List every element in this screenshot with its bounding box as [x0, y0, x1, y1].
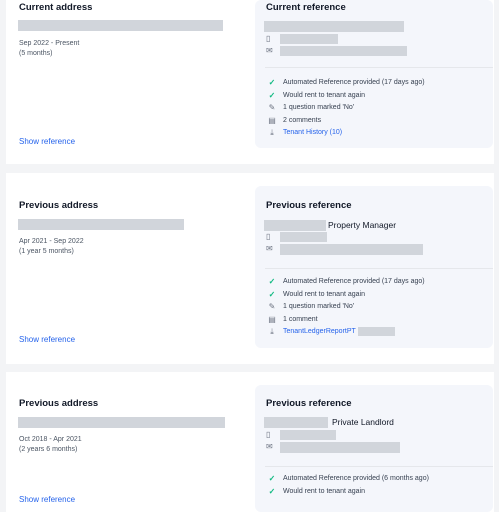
referee-role: Property Manager — [328, 220, 397, 230]
reference-item: ✓ Automated Reference provided (6 months … — [266, 473, 429, 484]
redacted-referee-name — [264, 21, 404, 32]
redacted-referee-name — [264, 417, 328, 428]
reference-item: ✓ Automated Reference provided (17 days a… — [266, 276, 425, 287]
redacted-phone — [280, 430, 336, 440]
reference-item: ✎ 1 question marked 'No' — [266, 102, 355, 113]
check-icon: ✓ — [268, 487, 276, 496]
redacted-email — [280, 244, 423, 255]
tenant-history-link[interactable]: Tenant History (10) — [283, 129, 342, 136]
show-reference-link[interactable]: Show reference — [19, 335, 75, 344]
reference-panel: Previous reference Property Manager ▯ ✉ … — [255, 186, 493, 348]
redacted-email — [280, 442, 400, 453]
reference-item: ✓ Would rent to tenant again — [266, 90, 365, 101]
reference-item: ✓ Automated Reference provided (17 days a… — [266, 77, 425, 88]
address-heading: Current address — [19, 2, 93, 13]
reference-item[interactable]: ⤓ Tenant History (10) — [266, 127, 342, 138]
redacted-referee-name — [264, 220, 326, 231]
reference-item: ▤ 2 comments — [266, 115, 321, 126]
redacted-address — [18, 219, 184, 230]
address-card-previous: Previous address Oct 2018 - Apr 2021 (2 … — [6, 372, 494, 512]
referee-role: Private Landlord — [332, 417, 394, 427]
divider — [265, 268, 493, 269]
tenant-ledger-link[interactable]: TenantLedgerReportPT — [283, 328, 356, 335]
email-icon: ✉ — [266, 244, 273, 253]
reference-panel: Current reference ▯ ✉ ✓ Automated Referen… — [255, 0, 493, 148]
redacted-phone — [280, 34, 338, 44]
reference-heading: Previous reference — [266, 200, 352, 211]
download-icon: ⤓ — [270, 127, 274, 137]
reference-panel: Previous reference Private Landlord ▯ ✉ … — [255, 385, 493, 512]
check-icon: ✓ — [268, 78, 276, 87]
check-icon: ✓ — [268, 290, 276, 299]
download-icon: ⤓ — [270, 326, 274, 336]
pencil-icon: ✎ — [268, 302, 276, 311]
redacted-filename — [357, 327, 395, 336]
pencil-icon: ✎ — [268, 103, 276, 112]
reference-item: ▤ 1 comment — [266, 314, 317, 325]
redacted-email — [280, 46, 407, 56]
redacted-phone — [280, 232, 327, 242]
email-icon: ✉ — [266, 46, 273, 55]
document-icon: ▤ — [268, 116, 276, 125]
check-icon: ✓ — [268, 277, 276, 286]
check-icon: ✓ — [268, 474, 276, 483]
reference-item: ✓ Would rent to tenant again — [266, 289, 365, 300]
reference-item: ✓ Would rent to tenant again — [266, 486, 365, 497]
address-dates: Oct 2018 - Apr 2021 (2 years 6 months) — [19, 436, 82, 453]
reference-item: ✎ 1 question marked 'No' — [266, 301, 355, 312]
redacted-address — [18, 417, 225, 428]
phone-icon: ▯ — [266, 430, 271, 439]
reference-heading: Current reference — [266, 2, 346, 13]
address-heading: Previous address — [19, 200, 99, 211]
phone-icon: ▯ — [266, 34, 271, 43]
divider — [265, 466, 493, 467]
address-dates: Sep 2022 - Present (5 months) — [19, 40, 80, 57]
check-icon: ✓ — [268, 91, 276, 100]
show-reference-link[interactable]: Show reference — [19, 137, 75, 146]
show-reference-link[interactable]: Show reference — [19, 495, 75, 504]
reference-item[interactable]: ⤓ TenantLedgerReportPT — [266, 326, 395, 337]
document-icon: ▤ — [268, 315, 276, 324]
phone-icon: ▯ — [266, 232, 271, 241]
address-dates: Apr 2021 - Sep 2022 (1 year 5 months) — [19, 238, 84, 255]
reference-heading: Previous reference — [266, 398, 352, 409]
address-card-previous: Previous address Apr 2021 - Sep 2022 (1 … — [6, 173, 494, 364]
divider — [265, 67, 493, 68]
address-heading: Previous address — [19, 398, 99, 409]
redacted-address — [18, 20, 223, 31]
email-icon: ✉ — [266, 442, 273, 451]
address-card-current: Current address Sep 2022 - Present (5 mo… — [6, 0, 494, 164]
